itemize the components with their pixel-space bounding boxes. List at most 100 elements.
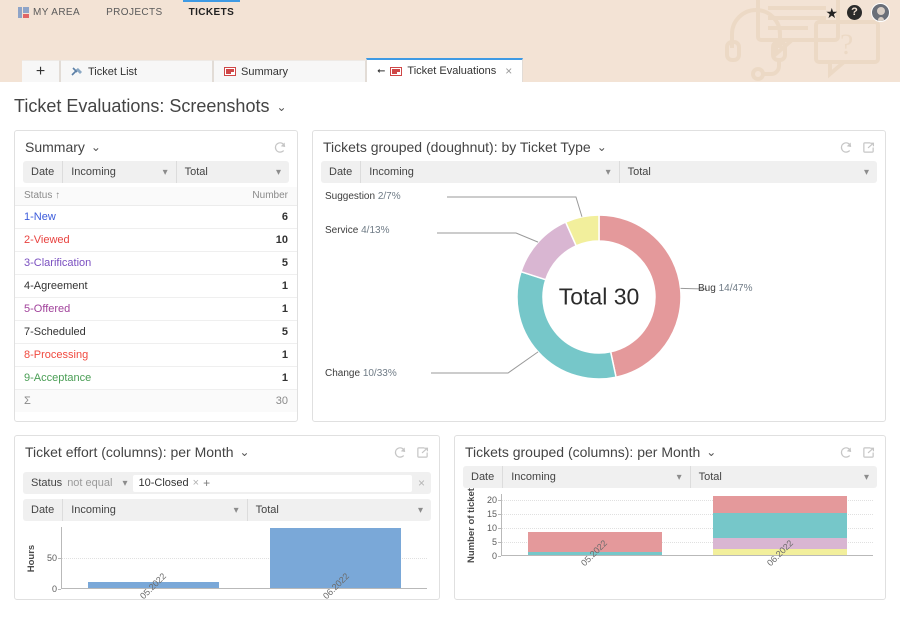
- table-row[interactable]: 4-Agreement 1: [15, 274, 297, 298]
- panel-ticket-effort-title: Ticket effort (columns): per Month ⌄: [25, 444, 394, 460]
- panel-doughnut-title: Tickets grouped (doughnut): by Ticket Ty…: [323, 139, 840, 155]
- chevron-down-icon[interactable]: ▾: [864, 472, 869, 483]
- selector-incoming[interactable]: Incoming ▾: [360, 161, 618, 183]
- y-axis-tick-label: 0: [51, 584, 62, 594]
- column-header-status[interactable]: Status ↑: [15, 187, 189, 206]
- refresh-icon[interactable]: [840, 141, 853, 154]
- doughnut-label-service: Service 4/13%: [325, 225, 389, 236]
- pin-icon[interactable]: ➞: [377, 66, 385, 77]
- selector-incoming[interactable]: Incoming ▾: [62, 161, 175, 183]
- chevron-down-icon[interactable]: ⌄: [597, 140, 607, 154]
- tab-ticket-evaluations[interactable]: ➞ Ticket Evaluations ×: [366, 58, 524, 82]
- tab-ticket-list[interactable]: Ticket List: [60, 60, 213, 82]
- selector-total[interactable]: Total ▾: [618, 161, 877, 183]
- close-icon[interactable]: ×: [505, 64, 512, 78]
- cell-status[interactable]: 2-Viewed: [15, 228, 189, 252]
- refresh-icon[interactable]: [394, 446, 407, 459]
- column-header-number[interactable]: Number: [188, 187, 297, 206]
- doughnut-label-name: Bug: [698, 283, 719, 294]
- selector-total[interactable]: Total ▾: [246, 499, 431, 521]
- cell-number: 1: [188, 343, 297, 367]
- selector-date[interactable]: Date: [23, 499, 62, 521]
- panel-grouped-columns-title: Tickets grouped (columns): per Month ⌄: [465, 444, 840, 460]
- filter-chip-closed[interactable]: 10-Closed ×: [138, 477, 199, 489]
- selector-total-label: Total: [698, 471, 722, 483]
- filter-field-label[interactable]: Status: [23, 477, 67, 489]
- panel-title-text: Tickets grouped (columns): per Month: [465, 444, 701, 460]
- table-row[interactable]: 3-Clarification 5: [15, 251, 297, 275]
- doughnut-label-suggestion: Suggestion 2/7%: [325, 191, 401, 202]
- chevron-down-icon[interactable]: ▾: [677, 472, 682, 483]
- table-row[interactable]: 5-Offered 1: [15, 297, 297, 321]
- global-nav-item-projects[interactable]: PROJECTS: [104, 3, 165, 23]
- user-avatar[interactable]: [871, 3, 890, 22]
- global-nav-item-tickets[interactable]: TICKETS: [182, 0, 240, 23]
- cell-status[interactable]: 3-Clarification: [15, 251, 189, 275]
- chevron-down-icon[interactable]: ▾: [122, 478, 127, 489]
- cell-status[interactable]: 9-Acceptance: [15, 366, 189, 390]
- selector-date[interactable]: Date: [23, 161, 62, 183]
- table-row[interactable]: 2-Viewed 10: [15, 228, 297, 252]
- cell-status[interactable]: 5-Offered: [15, 297, 189, 321]
- selector-date[interactable]: Date: [321, 161, 360, 183]
- bar-segment-change[interactable]: [713, 512, 848, 539]
- doughnut-chart: Total 30 Suggestion 2/7% Service 4/13% C…: [313, 183, 885, 411]
- chevron-down-icon[interactable]: ⌄: [240, 445, 250, 459]
- tab-summary[interactable]: Summary: [213, 60, 366, 82]
- doughnut-slice-service[interactable]: [520, 221, 578, 281]
- cell-status[interactable]: 4-Agreement: [15, 274, 189, 298]
- table-row[interactable]: 7-Scheduled 5: [15, 320, 297, 344]
- global-nav-item-my-area[interactable]: MY AREA: [16, 3, 82, 23]
- chevron-down-icon[interactable]: ⌄: [276, 100, 286, 114]
- panel-ticket-effort: Ticket effort (columns): per Month ⌄ Sta…: [14, 435, 440, 601]
- help-icon[interactable]: ?: [847, 5, 862, 20]
- cell-sum-symbol: Σ: [15, 389, 189, 412]
- panel-grouped-columns-header: Tickets grouped (columns): per Month ⌄: [455, 436, 885, 466]
- filter-value-input[interactable]: 10-Closed × +: [133, 474, 412, 492]
- selector-incoming[interactable]: Incoming ▾: [502, 466, 689, 488]
- refresh-icon[interactable]: [840, 446, 853, 459]
- close-icon[interactable]: ×: [193, 477, 199, 489]
- page-title: Ticket Evaluations: Screenshots ⌄: [14, 96, 886, 117]
- doughnut-label-value: 2/7%: [377, 191, 401, 202]
- doughnut-label-name: Suggestion: [325, 191, 378, 202]
- refresh-icon[interactable]: [274, 141, 287, 154]
- table-row[interactable]: 8-Processing 1: [15, 343, 297, 367]
- selector-date[interactable]: Date: [463, 466, 502, 488]
- favorites-star-icon[interactable]: ★: [825, 6, 838, 20]
- chevron-down-icon[interactable]: ▾: [418, 505, 423, 516]
- y-axis-title: Hours: [25, 527, 38, 589]
- chevron-down-icon[interactable]: ⌄: [91, 140, 101, 154]
- leader-line: [447, 196, 583, 217]
- clear-filter-button[interactable]: ×: [418, 476, 427, 490]
- export-icon[interactable]: [862, 446, 875, 459]
- summary-table: Status ↑ Number 1-New 6 2-Viewed 10 3-Clarif…: [15, 187, 297, 412]
- panel-summary-title: Summary ⌄: [25, 139, 274, 155]
- new-tab-button[interactable]: +: [22, 60, 60, 82]
- cell-number: 1: [188, 274, 297, 298]
- chevron-down-icon[interactable]: ▾: [276, 167, 281, 178]
- chevron-down-icon[interactable]: ▾: [606, 167, 611, 178]
- export-icon[interactable]: [416, 446, 429, 459]
- add-filter-value-button[interactable]: +: [203, 476, 210, 490]
- table-row[interactable]: 9-Acceptance 1: [15, 366, 297, 390]
- selector-total[interactable]: Total ▾: [175, 161, 289, 183]
- panel-doughnut-selector: Date Incoming ▾ Total ▾: [321, 161, 877, 183]
- tools-icon: [71, 66, 82, 76]
- table-total-row: Σ 30: [15, 389, 297, 412]
- bar-segment-bug[interactable]: [713, 495, 848, 513]
- chevron-down-icon[interactable]: ▾: [234, 505, 239, 516]
- y-axis-ticks: 0 5 10 15 20: [478, 494, 502, 561]
- table-row[interactable]: 1-New 6: [15, 205, 297, 229]
- selector-total[interactable]: Total ▾: [689, 466, 877, 488]
- y-axis-ticks: 0 50: [38, 527, 62, 594]
- cell-status[interactable]: 8-Processing: [15, 343, 189, 367]
- filter-operator-label[interactable]: not equal: [67, 477, 112, 489]
- chevron-down-icon[interactable]: ⌄: [706, 445, 716, 459]
- selector-incoming[interactable]: Incoming ▾: [62, 499, 246, 521]
- cell-status[interactable]: 1-New: [15, 205, 189, 229]
- export-icon[interactable]: [862, 141, 875, 154]
- chevron-down-icon[interactable]: ▾: [864, 167, 869, 178]
- chevron-down-icon[interactable]: ▾: [163, 167, 168, 178]
- cell-status[interactable]: 7-Scheduled: [15, 320, 189, 344]
